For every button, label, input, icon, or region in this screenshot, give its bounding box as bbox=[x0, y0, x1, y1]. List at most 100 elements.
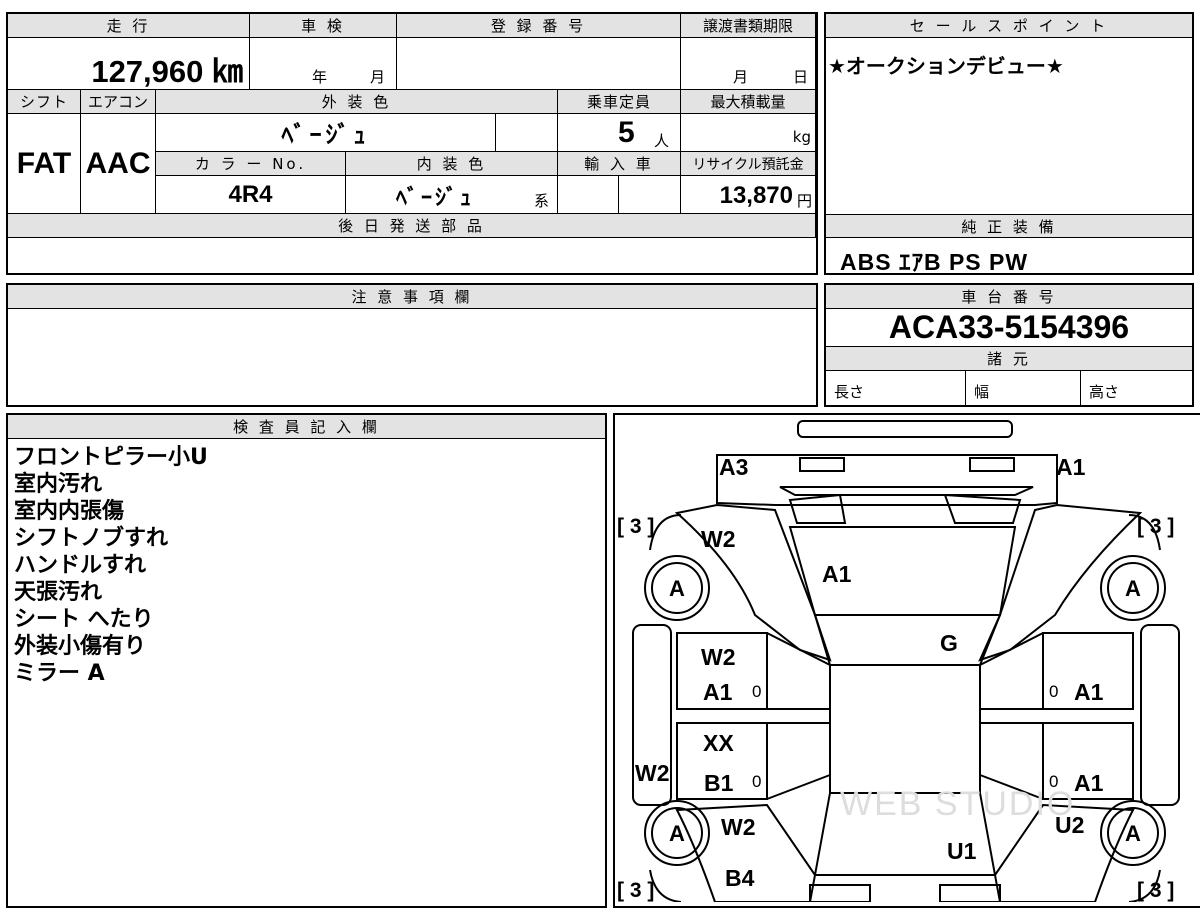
tire-grade-rear-left: A bbox=[669, 821, 685, 846]
recycle-fee-unit: 円 bbox=[796, 192, 812, 210]
aircon-header: エアコン bbox=[81, 90, 156, 114]
front-fender-right bbox=[978, 503, 1143, 662]
note-line: 室内内張傷 bbox=[14, 499, 125, 524]
transfer-deadline-header: 譲渡書類期限 bbox=[681, 14, 816, 38]
max-load-value-cell: kg bbox=[681, 114, 816, 152]
max-load-unit: kg bbox=[792, 128, 811, 146]
width-label: 幅 bbox=[974, 383, 990, 401]
watermark: WEB STUDIO bbox=[840, 785, 1075, 823]
mark-rear-window: U1 bbox=[947, 838, 977, 864]
note-line: 室内汚れ bbox=[14, 472, 103, 497]
front-bumper-outline bbox=[797, 420, 1013, 438]
side-step-right bbox=[1140, 624, 1180, 806]
tread-rear-left: [ 3 ] bbox=[617, 879, 654, 902]
mark-windshield: A1 bbox=[822, 561, 852, 587]
color-no-header: カ ラ ー No. bbox=[156, 152, 346, 176]
inspection-value-cell: 年 月 bbox=[250, 38, 397, 90]
length-cell: 長さ bbox=[826, 371, 966, 405]
chassis-no-value: ACA33-5154396 bbox=[888, 309, 1130, 345]
tire-grade-rear-right: A bbox=[1125, 821, 1141, 846]
mileage-value: 127,960 ㎞ bbox=[91, 54, 243, 89]
front-lamp-right bbox=[969, 457, 1015, 472]
capacity-value-cell: 5 人 bbox=[558, 114, 681, 152]
car-diagram: WEB STUDIO A A A A [ 3 ] [ 3 ] [ 3 ] [ 3… bbox=[617, 420, 1180, 902]
shift-value-cell: FAT bbox=[8, 114, 81, 214]
sales-point-box: セ ー ル ス ポ イ ン ト ★オークションデビュー★ 純 正 装 備 ABS… bbox=[824, 12, 1194, 275]
import-header: 輸 入 車 bbox=[558, 152, 681, 176]
roof-outline bbox=[829, 664, 981, 794]
chassis-no-value-cell: ACA33-5154396 bbox=[826, 309, 1192, 347]
notes-box: 注 意 事 項 欄 bbox=[6, 283, 818, 407]
grille-outline bbox=[779, 486, 1034, 496]
mark-roof: G bbox=[940, 630, 958, 656]
transfer-month-unit: 月 bbox=[733, 68, 749, 86]
mark-front-door-left-1: W2 bbox=[701, 644, 736, 670]
mark-front-fender-left: W2 bbox=[701, 526, 736, 552]
note-line: ミラー A bbox=[14, 661, 105, 686]
color-no-value-cell: 4R4 bbox=[156, 176, 346, 214]
interior-color-header: 内 装 色 bbox=[346, 152, 558, 176]
month-unit: 月 bbox=[370, 68, 386, 86]
front-lamp-left bbox=[799, 457, 845, 472]
recycle-fee-header: リサイクル預託金 bbox=[681, 152, 816, 176]
car-diagram-box: WEB STUDIO A A A A [ 3 ] [ 3 ] [ 3 ] [ 3… bbox=[613, 413, 1200, 908]
length-label: 長さ bbox=[834, 383, 865, 401]
height-cell: 高さ bbox=[1081, 371, 1192, 405]
note-line: 外装小傷有り bbox=[14, 634, 147, 659]
aircon-value-cell: AAC bbox=[81, 114, 156, 214]
mark-front-door-right: A1 bbox=[1074, 679, 1104, 705]
interior-color-value-cell: ﾍﾞｰｼﾞｭ 系 bbox=[346, 176, 558, 214]
roof-front bbox=[813, 614, 1002, 666]
inspector-box: 検 査 員 記 入 欄 フロントピラー小U 室内汚れ 室内内張傷 シフトノブすれ… bbox=[6, 413, 607, 908]
shift-value: FAT bbox=[16, 146, 72, 180]
mark-front-left-bumper: A3 bbox=[719, 454, 748, 480]
sales-point-text: ★オークションデビュー★ bbox=[828, 54, 1064, 78]
zero-mark: 0 bbox=[752, 772, 761, 791]
chassis-no-header: 車 台 番 号 bbox=[826, 285, 1192, 309]
transfer-day-unit: 日 bbox=[793, 68, 809, 86]
exterior-color-value: ﾍﾞｰｼﾞｭ bbox=[281, 122, 370, 149]
left-sill bbox=[677, 708, 830, 724]
exterior-color-extra-cell bbox=[496, 114, 558, 152]
import-value-cell-b bbox=[619, 176, 681, 214]
exterior-color-value-cell: ﾍﾞｰｼﾞｭ bbox=[156, 114, 496, 152]
vehicle-info-table: 走 行 車 検 登 録 番 号 譲渡書類期限 127,960 ㎞ 年 月 月 日… bbox=[6, 12, 818, 275]
tire-grade-front-right: A bbox=[1125, 576, 1141, 601]
interior-color-suffix: 系 bbox=[534, 192, 550, 210]
capacity-value: 5 bbox=[618, 116, 635, 149]
specs-header: 諸 元 bbox=[826, 347, 1192, 371]
tread-front-right: [ 3 ] bbox=[1137, 515, 1174, 538]
recycle-fee-value: 13,870 bbox=[719, 182, 793, 209]
front-section-outline bbox=[716, 454, 1058, 506]
rear-lamp-right bbox=[939, 884, 1001, 902]
exterior-color-header: 外 装 色 bbox=[156, 90, 558, 114]
mark-rear-fender-right: U2 bbox=[1055, 812, 1084, 838]
headlight-right bbox=[943, 493, 1022, 524]
later-parts-value-area bbox=[8, 238, 816, 273]
max-load-header: 最大積載量 bbox=[681, 90, 816, 114]
mark-front-door-left-2: A1 bbox=[703, 679, 733, 705]
shift-header: シフト bbox=[8, 90, 81, 114]
note-line: フロントピラー小U bbox=[14, 445, 208, 470]
capacity-unit: 人 bbox=[654, 132, 670, 150]
note-line: シート へたり bbox=[14, 607, 154, 632]
zero-mark: 0 bbox=[752, 682, 761, 701]
notes-header: 注 意 事 項 欄 bbox=[8, 285, 816, 309]
rear-lamp-left bbox=[809, 884, 871, 902]
zero-mark: 0 bbox=[1049, 772, 1058, 791]
mark-rear-lower-left: B4 bbox=[725, 865, 755, 891]
mark-rear-fender-left: W2 bbox=[721, 814, 756, 840]
note-line: ハンドルすれ bbox=[14, 553, 147, 578]
note-line: 天張汚れ bbox=[14, 580, 103, 605]
sales-point-header: セ ー ル ス ポ イ ン ト bbox=[826, 14, 1192, 38]
height-label: 高さ bbox=[1089, 383, 1120, 401]
mileage-header: 走 行 bbox=[8, 14, 250, 38]
note-line: シフトノブすれ bbox=[14, 526, 169, 551]
mark-rear-door-left-2: B1 bbox=[704, 770, 734, 796]
chassis-box: 車 台 番 号 ACA33-5154396 諸 元 長さ 幅 高さ bbox=[824, 283, 1194, 407]
color-no-value: 4R4 bbox=[228, 180, 273, 208]
mark-rear-door-left-1: XX bbox=[703, 730, 734, 756]
zero-mark: 0 bbox=[1049, 682, 1058, 701]
mileage-value-cell: 127,960 ㎞ bbox=[8, 38, 250, 90]
year-unit: 年 bbox=[312, 68, 328, 86]
